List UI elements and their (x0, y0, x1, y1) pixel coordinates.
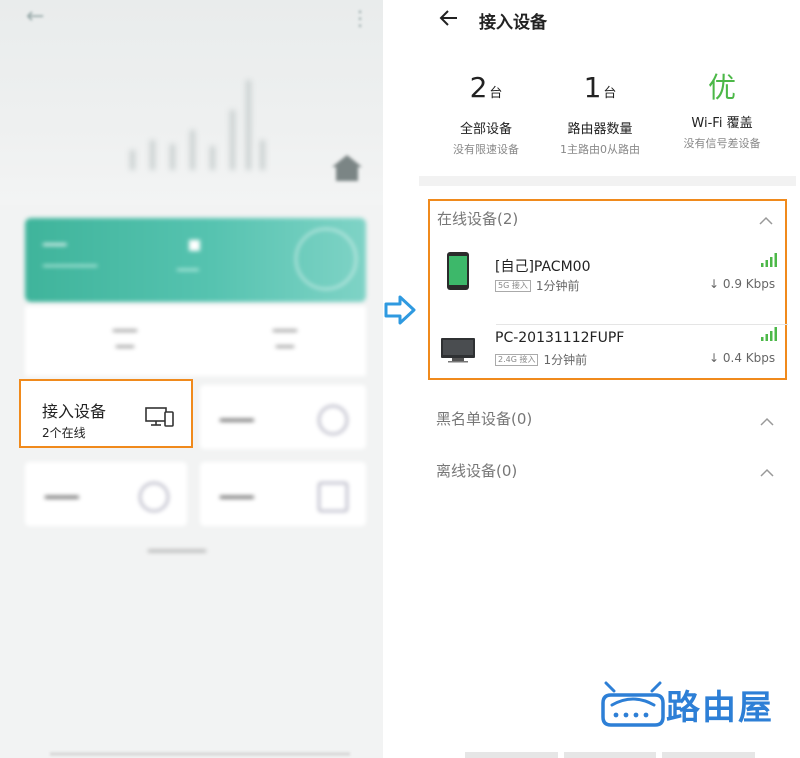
devices-icon (145, 407, 174, 427)
stat-label: 路由器数量 (567, 122, 633, 137)
offline-section-title[interactable]: 离线设备(0) (436, 460, 517, 481)
blurred-link: ━━━━━━━━ (148, 544, 206, 558)
divider (496, 324, 788, 325)
device-list: 在线设备(2) [自己]PACM00 5G 接入 1分钟前 ↓ 0.9 Kbps… (419, 186, 796, 758)
online-section-title[interactable]: 在线设备(2) (437, 208, 518, 229)
stat-value: 优 (707, 71, 736, 104)
page-title: 接入设备 (479, 13, 547, 33)
logo-text: 路由屋 (666, 688, 774, 728)
blurred-tab-bar (465, 752, 756, 758)
device-speed: ↓ 0.4 Kbps (709, 351, 776, 365)
arrow-right-icon (384, 295, 416, 325)
signal-icon (761, 327, 777, 341)
stat-total-devices: 2台 全部设备 没有限速设备 (426, 70, 546, 157)
device-meta: 2.4G 接入 1分钟前 (495, 351, 587, 368)
more-icon[interactable]: ⋮ (350, 6, 370, 30)
stat-sub: 1主路由0从路由 (560, 143, 640, 156)
router-logo-icon (601, 681, 665, 727)
stat-value: 1 (583, 71, 602, 104)
blurred-tile: ━━━━ (200, 385, 366, 449)
access-devices-screen: 接入设备 2台 全部设备 没有限速设备 1台 路由器数量 1主路由0从路由 优 … (419, 0, 796, 758)
device-name[interactable]: [自己]PACM00 (495, 256, 590, 276)
access-devices-title: 接入设备 (42, 402, 107, 421)
blurred-tile: ━━━━ (25, 462, 187, 526)
access-devices-tile[interactable]: 接入设备 2个在线 (19, 379, 193, 448)
blacklist-section-title[interactable]: 黑名单设备(0) (436, 408, 532, 429)
device-name[interactable]: PC-20131112FUPF (495, 330, 624, 346)
chevron-up-icon[interactable] (760, 417, 774, 427)
blurred-chart (120, 80, 280, 180)
blurred-status-card: ━━━ ━━━━━━━━━━ ▪ ━━━━ (25, 218, 366, 302)
blurred-tile: ━━━━ (200, 462, 366, 526)
blurred-speed-row: ━━━━ ━━━ ━━━━ ━━━ (25, 306, 366, 376)
stat-sub: 没有信号差设备 (683, 137, 761, 150)
comparison-stage: ← ⋮ ━━━ ━━━━━━━━━━ ▪ ━━━━ ━━━━ ━━━ ━━━━ ━━… (0, 0, 800, 758)
device-meta: 5G 接入 1分钟前 (495, 277, 579, 294)
stat-router-count: 1台 路由器数量 1主路由0从路由 (540, 70, 660, 157)
last-seen: 1分钟前 (543, 353, 588, 367)
back-icon[interactable]: ← (26, 4, 44, 29)
chevron-up-icon[interactable] (759, 216, 773, 226)
online-devices-section: 在线设备(2) [自己]PACM00 5G 接入 1分钟前 ↓ 0.9 Kbps… (428, 199, 788, 380)
band-badge: 5G 接入 (495, 279, 531, 292)
stat-wifi-coverage: 优 Wi-Fi 覆盖 没有信号差设备 (662, 70, 782, 151)
stat-value: 2 (469, 71, 488, 104)
home-header: ← ⋮ (0, 0, 383, 205)
blurred-tab-bar (50, 752, 350, 756)
stat-label: 全部设备 (459, 122, 512, 137)
monitor-icon (441, 338, 475, 363)
stat-sub: 没有限速设备 (453, 143, 519, 156)
last-seen: 1分钟前 (535, 279, 580, 293)
online-count: 2个在线 (42, 426, 86, 440)
router-home-screen: ← ⋮ ━━━ ━━━━━━━━━━ ▪ ━━━━ ━━━━ ━━━ ━━━━ ━━… (0, 0, 383, 758)
band-badge: 2.4G 接入 (495, 353, 539, 366)
arrow-left-icon[interactable] (437, 6, 461, 30)
stat-label: Wi-Fi 覆盖 (691, 116, 753, 131)
phone-icon (447, 252, 469, 290)
chevron-up-icon[interactable] (760, 468, 774, 478)
home-icon[interactable] (332, 155, 362, 183)
device-speed: ↓ 0.9 Kbps (709, 277, 776, 291)
stat-unit: 台 (603, 86, 617, 101)
summary-header: 接入设备 2台 全部设备 没有限速设备 1台 路由器数量 1主路由0从路由 优 … (419, 0, 796, 176)
signal-icon (761, 253, 777, 267)
stat-unit: 台 (489, 86, 503, 101)
